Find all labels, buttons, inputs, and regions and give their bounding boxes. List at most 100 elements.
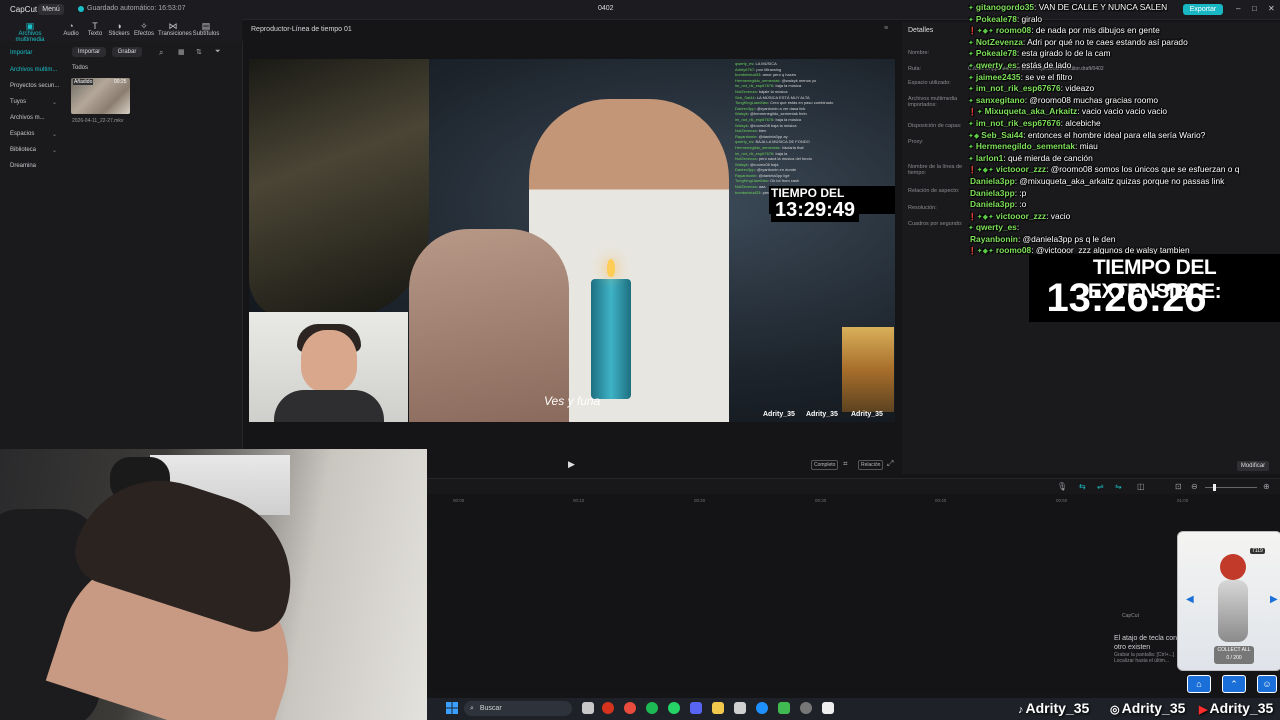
ratio-button[interactable]: Relación (858, 460, 884, 470)
mini-chat-text: @walsyk menos yo (781, 77, 817, 83)
mini-chat-text: Vaciarla that (781, 144, 804, 150)
record-button[interactable]: Grabar (112, 47, 142, 57)
tab-stickers[interactable]: ◑ Stickers (106, 21, 132, 37)
sidebar-item-media[interactable]: Archivos multim... (10, 67, 57, 73)
play-icon[interactable]: ▶ (568, 459, 575, 470)
transition-icon: ⋈ (168, 21, 178, 31)
scene-candle (591, 279, 631, 399)
sidebar-item-projects[interactable]: Proyectos secun... (10, 83, 59, 89)
mini-chat-text: BAJA LA MÚSICA DE FONDO (755, 139, 810, 145)
mini-chat-text: baja la música (775, 83, 802, 89)
opera-icon[interactable] (602, 702, 614, 714)
spotify-icon[interactable] (646, 702, 658, 714)
chat-message: Daniela3pp: :p (968, 188, 1280, 200)
mini-chat-user: Walsyk (735, 122, 748, 128)
sidebar-item-spaces[interactable]: Espacios (10, 131, 34, 137)
link-icon[interactable]: ⇆ (1079, 482, 1086, 491)
preview-icon[interactable]: ◫ (1137, 482, 1145, 491)
social-instagram: ◎ Adrity_35 (1110, 700, 1186, 716)
edge-icon[interactable] (756, 702, 768, 714)
zoom-in-icon[interactable]: ⊕ (1263, 482, 1270, 491)
tab-effects[interactable]: ✧ Efectos (131, 21, 157, 37)
collectible-card: 7119 ◀ ▶ COLLECT ALL 0 / 200 (1177, 531, 1280, 671)
chrome-icon[interactable] (624, 702, 636, 714)
mini-chat-user: Darirec3pp (735, 105, 755, 111)
big-timer-value: 13:26:26 (1046, 276, 1207, 320)
mini-chat-text: Ok lot from cash (770, 178, 800, 184)
taskbar-search[interactable]: ⌕ Buscar (464, 701, 572, 716)
timeline-tick: 00:40 (935, 498, 947, 503)
mini-chat-user: Rayanbonin (735, 133, 757, 139)
search-icon[interactable]: ⌕ (159, 48, 163, 58)
fullscreen-mode-button[interactable]: Completo (811, 460, 839, 470)
mic-icon[interactable]: 🎙 (1057, 482, 1067, 491)
social-youtube: ▶ Adrity_35 (1199, 700, 1274, 716)
zoom-out-icon[interactable]: ⊖ (1191, 482, 1198, 491)
obs-icon[interactable] (800, 702, 812, 714)
import-button[interactable]: Importar (72, 47, 106, 57)
chat-message: ✦ Hermenegildo_sementak: miau (968, 141, 1280, 153)
sort-icon[interactable]: ⇅ (196, 48, 202, 56)
taskbar-search-placeholder: Buscar (479, 705, 502, 712)
notification-toast[interactable]: El atajo de tecla con otro existen Graba… (1114, 634, 1184, 664)
chevron-down-icon[interactable]: ⌄ (52, 99, 57, 106)
minecraft-icon[interactable] (778, 702, 790, 714)
timeline[interactable]: 00:00 00:10 00:20 00:30 00:40 00:50 01:0… (427, 494, 1280, 694)
chevron-down-icon[interactable]: ⌄ (52, 131, 57, 138)
sidebar-item-library[interactable]: Biblioteca (10, 147, 36, 153)
grid-view-icon[interactable]: ▦ (178, 48, 185, 56)
task-view-icon[interactable] (582, 702, 594, 714)
tab-text[interactable]: T Texto (82, 21, 108, 37)
crop-icon[interactable]: ⌗ (843, 459, 848, 469)
menu-button[interactable]: Menú (38, 4, 64, 15)
more-icon[interactable]: ≡ (884, 25, 888, 32)
sidebar-item-yours[interactable]: Tuyos (10, 99, 26, 105)
chat-separator: : (1016, 222, 1020, 233)
filter-all[interactable]: Todos (72, 65, 88, 71)
chat-badges-icon: ✦ (968, 86, 974, 94)
toast-detail: Grabar la pantalla: [Ctrl+...] Localizar… (1114, 652, 1175, 664)
zoom-slider-handle[interactable] (1213, 484, 1216, 491)
chat-text: vacio vacio vacio vacio (1081, 106, 1168, 117)
chat-message: ❗✦◆✦ victooor_zzz: vacio (968, 211, 1280, 223)
file-explorer-icon[interactable] (712, 702, 724, 714)
sidebar-item-dreamina[interactable]: Dreamina (10, 163, 36, 169)
upgrade-icon: ⌃ (1222, 675, 1246, 693)
chat-text: @roomo08 somos los únicos que se esfuerz… (1050, 164, 1240, 175)
audio-icon: ◔ (68, 21, 74, 31)
chevron-down-icon[interactable]: ⌄ (52, 147, 57, 154)
windows-start-icon[interactable] (446, 702, 458, 714)
timeline-tick: 00:00 (453, 498, 465, 503)
sidebar-item-files[interactable]: Archivos m... (10, 115, 45, 121)
magnet-icon[interactable]: ⇌ (1097, 482, 1104, 491)
tab-subtitles[interactable]: ▤ Subtítulos (191, 21, 221, 37)
capcut-taskbar-icon[interactable] (822, 702, 834, 714)
card-badge: 7119 (1250, 548, 1265, 554)
stream-chat: ✦ gitanogordo35: VAN DE CALLE Y NUNCA SAL… (968, 2, 1280, 257)
modify-button[interactable]: Modificar (1237, 461, 1269, 471)
chat-text: VAN DE CALLE Y NUNCA SALEN (1038, 2, 1168, 12)
tab-media[interactable]: ▣ Archivos multimedia (4, 21, 56, 43)
sidebar-item-import[interactable]: Importar (10, 50, 32, 56)
video-subtitle: Ves y funa (544, 394, 601, 408)
chat-message: ✦ gitanogordo35: VAN DE CALLE Y NUNCA SAL… (968, 2, 1280, 14)
chat-text: de nada por mis dibujos en gente (1035, 25, 1160, 36)
mail-icon[interactable] (734, 702, 746, 714)
whatsapp-icon[interactable] (668, 702, 680, 714)
mini-chat-text: @ryanbonin a ver dasa link (756, 105, 806, 111)
mini-chat-text: @daniela3pp ligé (758, 172, 790, 178)
tab-audio[interactable]: ◔ Audio (58, 21, 84, 37)
mini-chat-text: amor pero q haces (762, 72, 796, 78)
snap-icon[interactable]: ⇋ (1115, 482, 1122, 491)
detail-imported: Archivos multimedia importados: (908, 96, 958, 108)
chat-text: giralo (1021, 13, 1042, 24)
discord-icon[interactable] (690, 702, 702, 714)
chat-message: ✦ qwerty_es: (968, 222, 1280, 234)
expand-icon[interactable]: ⤢ (887, 459, 893, 469)
mini-chat-user: im_not_rik_esp67676 (735, 116, 774, 122)
fit-icon[interactable]: ⊡ (1175, 482, 1182, 491)
tab-transitions[interactable]: ⋈ Transiciones (158, 21, 192, 37)
filter-icon[interactable]: ⏷ (215, 48, 221, 56)
chat-username: Mixuqueta_aka_Arkaitz (984, 106, 1078, 117)
chat-username: larlon1 (975, 152, 1004, 163)
